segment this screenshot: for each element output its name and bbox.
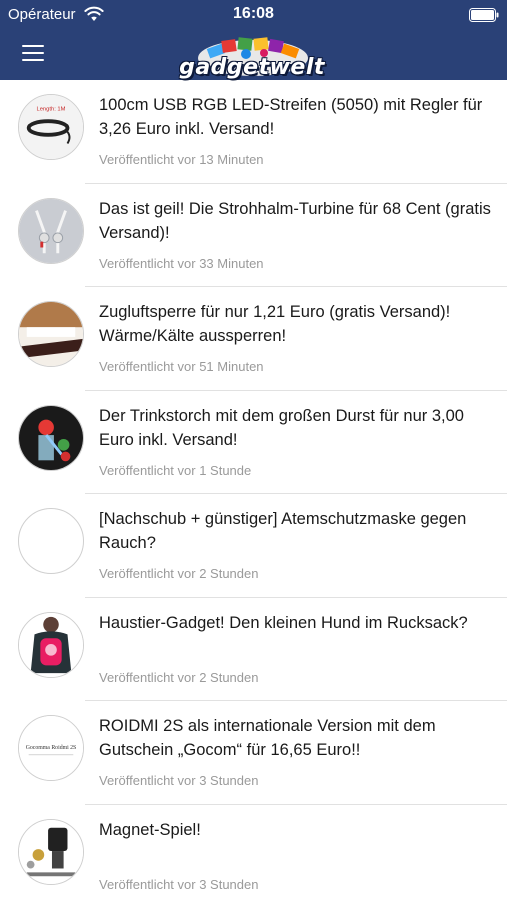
article-title: Zugluftsperre für nur 1,21 Euro (gratis …	[99, 303, 451, 345]
gadgetwelt-logo[interactable]: gadgetwelt	[172, 36, 332, 80]
article-title: Magnet-Spiel!	[99, 820, 201, 839]
published-time: Veröffentlicht vor 51 Minuten	[99, 359, 264, 374]
article-feed: Length: 1M 100cm USB RGB LED-Streifen (5…	[0, 80, 507, 900]
thumb-label: Gocomma Roidmi 2S	[26, 745, 77, 751]
published-time: Veröffentlicht vor 3 Stunden	[99, 876, 259, 892]
article-title: ROIDMI 2S als internationale Version mit…	[99, 717, 436, 759]
battery-icon	[469, 8, 499, 22]
thumb-label: Length: 1M	[36, 107, 65, 113]
led-strip-thumbnail: Length: 1M	[18, 94, 84, 160]
logo-text: gadgetwelt	[179, 55, 325, 80]
magnet-game-thumbnail	[18, 818, 84, 885]
article-item[interactable]: Der Trinkstorch mit dem großen Durst für…	[0, 391, 507, 494]
article-item[interactable]: Das ist geil! Die Strohhalm-Turbine für …	[0, 184, 507, 287]
article-item[interactable]: Zugluftsperre für nur 1,21 Euro (gratis …	[0, 287, 507, 391]
article-title: [Nachschub + günstiger] Atemschutzmaske …	[99, 510, 467, 552]
roidmi-thumbnail: Gocomma Roidmi 2S	[18, 715, 84, 781]
published-time: Veröffentlicht vor 33 Minuten	[99, 255, 264, 271]
article-item[interactable]: Length: 1M 100cm USB RGB LED-Streifen (5…	[0, 80, 507, 184]
status-bar: Opérateur 16:08	[0, 0, 507, 30]
published-time: Veröffentlicht vor 3 Stunden	[99, 773, 259, 788]
article-item[interactable]: Magnet-Spiel! Veröffentlicht vor 3 Stund…	[0, 805, 507, 900]
nav-bar: gadgetwelt	[0, 30, 507, 80]
article-title: 100cm USB RGB LED-Streifen (5050) mit Re…	[99, 96, 483, 138]
pet-backpack-thumbnail	[18, 611, 84, 678]
article-title: Das ist geil! Die Strohhalm-Turbine für …	[99, 199, 491, 242]
published-time: Veröffentlicht vor 2 Stunden	[99, 669, 259, 685]
article-title: Der Trinkstorch mit dem großen Durst für…	[99, 406, 464, 449]
article-item[interactable]: [Nachschub + günstiger] Atemschutzmaske …	[0, 494, 507, 598]
published-time: Veröffentlicht vor 2 Stunden	[99, 566, 259, 581]
empty-thumbnail	[18, 508, 84, 574]
draft-stopper-thumbnail	[18, 301, 84, 367]
drinking-bird-thumbnail	[18, 404, 84, 471]
article-title: Haustier-Gadget! Den kleinen Hund im Ruc…	[99, 613, 468, 632]
article-item[interactable]: Gocomma Roidmi 2S ROIDMI 2S als internat…	[0, 701, 507, 805]
published-time: Veröffentlicht vor 13 Minuten	[99, 152, 264, 167]
published-time: Veröffentlicht vor 1 Stunde	[99, 462, 252, 478]
straw-turbine-thumbnail	[18, 197, 84, 264]
menu-button[interactable]	[22, 42, 48, 64]
article-item[interactable]: Haustier-Gadget! Den kleinen Hund im Ruc…	[0, 598, 507, 701]
status-time: 16:08	[233, 5, 274, 22]
